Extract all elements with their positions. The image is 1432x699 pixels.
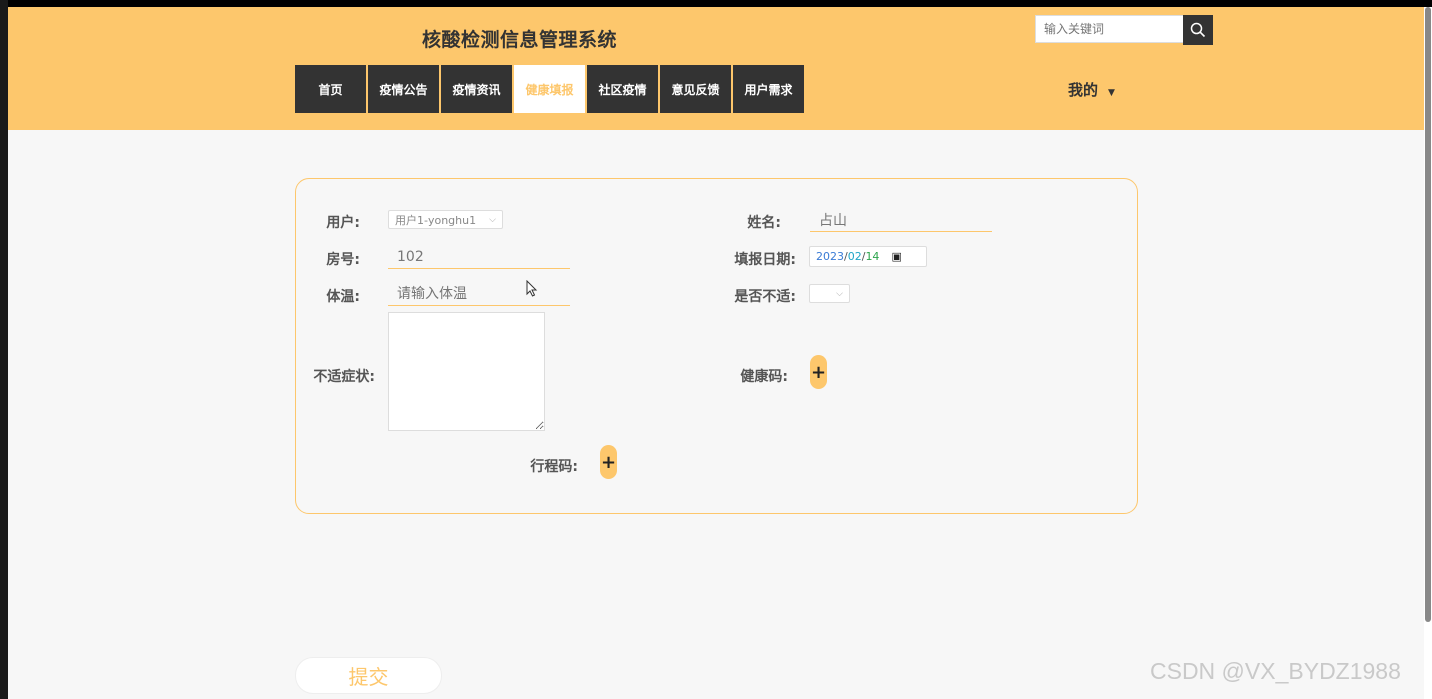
chevron-down-icon: ⌵ xyxy=(489,214,496,225)
calendar-icon[interactable]: ▣ xyxy=(891,250,901,263)
symptoms-label: 不适症状: xyxy=(313,369,375,385)
user-menu-label: 我的 xyxy=(1068,81,1099,99)
chevron-down-icon: ⌵ xyxy=(836,288,843,299)
search-input[interactable] xyxy=(1036,16,1192,42)
temperature-label: 体温: xyxy=(326,289,360,305)
user-menu[interactable]: 我的 ▼ xyxy=(1068,79,1115,100)
nav-item-community[interactable]: 社区疫情 xyxy=(587,65,658,113)
nav-item-home[interactable]: 首页 xyxy=(295,65,366,113)
health-code-upload-button[interactable]: + xyxy=(810,355,827,389)
user-label: 用户: xyxy=(326,215,360,231)
nav-item-health-report[interactable]: 健康填报 xyxy=(514,65,585,113)
caret-down-icon: ▼ xyxy=(1108,88,1115,98)
site-header: 核酸检测信息管理系统 首页 疫情公告 疫情资讯 健康填报 社区疫情 意见反馈 用… xyxy=(8,7,1424,130)
submit-label: 提交 xyxy=(348,665,389,689)
room-label: 房号: xyxy=(326,252,360,268)
temperature-field[interactable] xyxy=(388,282,570,306)
unwell-label: 是否不适: xyxy=(734,289,796,305)
scrollbar-thumb[interactable] xyxy=(1425,7,1431,622)
symptoms-textarea[interactable] xyxy=(388,312,545,431)
date-label: 填报日期: xyxy=(734,252,796,268)
window-top-border xyxy=(0,0,1432,7)
name-label: 姓名: xyxy=(747,215,781,231)
travel-code-upload-button[interactable]: + xyxy=(600,445,617,479)
plus-icon: + xyxy=(600,451,617,473)
mouse-cursor-icon xyxy=(526,280,538,297)
nav-item-news[interactable]: 疫情资讯 xyxy=(441,65,512,113)
room-field[interactable] xyxy=(388,245,570,269)
nav-item-announcements[interactable]: 疫情公告 xyxy=(368,65,439,113)
search-field[interactable] xyxy=(1035,15,1192,43)
travel-code-label: 行程码: xyxy=(530,459,578,475)
main-nav: 首页 疫情公告 疫情资讯 健康填报 社区疫情 意见反馈 用户需求 xyxy=(295,65,804,113)
health-code-label: 健康码: xyxy=(740,369,788,385)
window-left-border xyxy=(0,0,8,699)
site-title: 核酸检测信息管理系统 xyxy=(422,29,618,51)
user-select-value: 用户1-yonghu1 xyxy=(395,213,477,227)
search-button[interactable] xyxy=(1183,15,1213,45)
submit-button[interactable]: 提交 xyxy=(295,657,442,694)
unwell-select[interactable]: ⌵ xyxy=(809,284,850,303)
nav-item-user-needs[interactable]: 用户需求 xyxy=(733,65,804,113)
date-field[interactable]: 2023/02/14 ▣ xyxy=(809,246,927,267)
plus-icon: + xyxy=(810,361,827,383)
nav-item-feedback[interactable]: 意见反馈 xyxy=(660,65,731,113)
search-icon xyxy=(1190,22,1206,38)
user-select[interactable]: 用户1-yonghu1 ⌵ xyxy=(388,210,503,229)
watermark: CSDN @VX_BYDZ1988 xyxy=(1150,658,1401,684)
name-field[interactable] xyxy=(810,208,992,232)
